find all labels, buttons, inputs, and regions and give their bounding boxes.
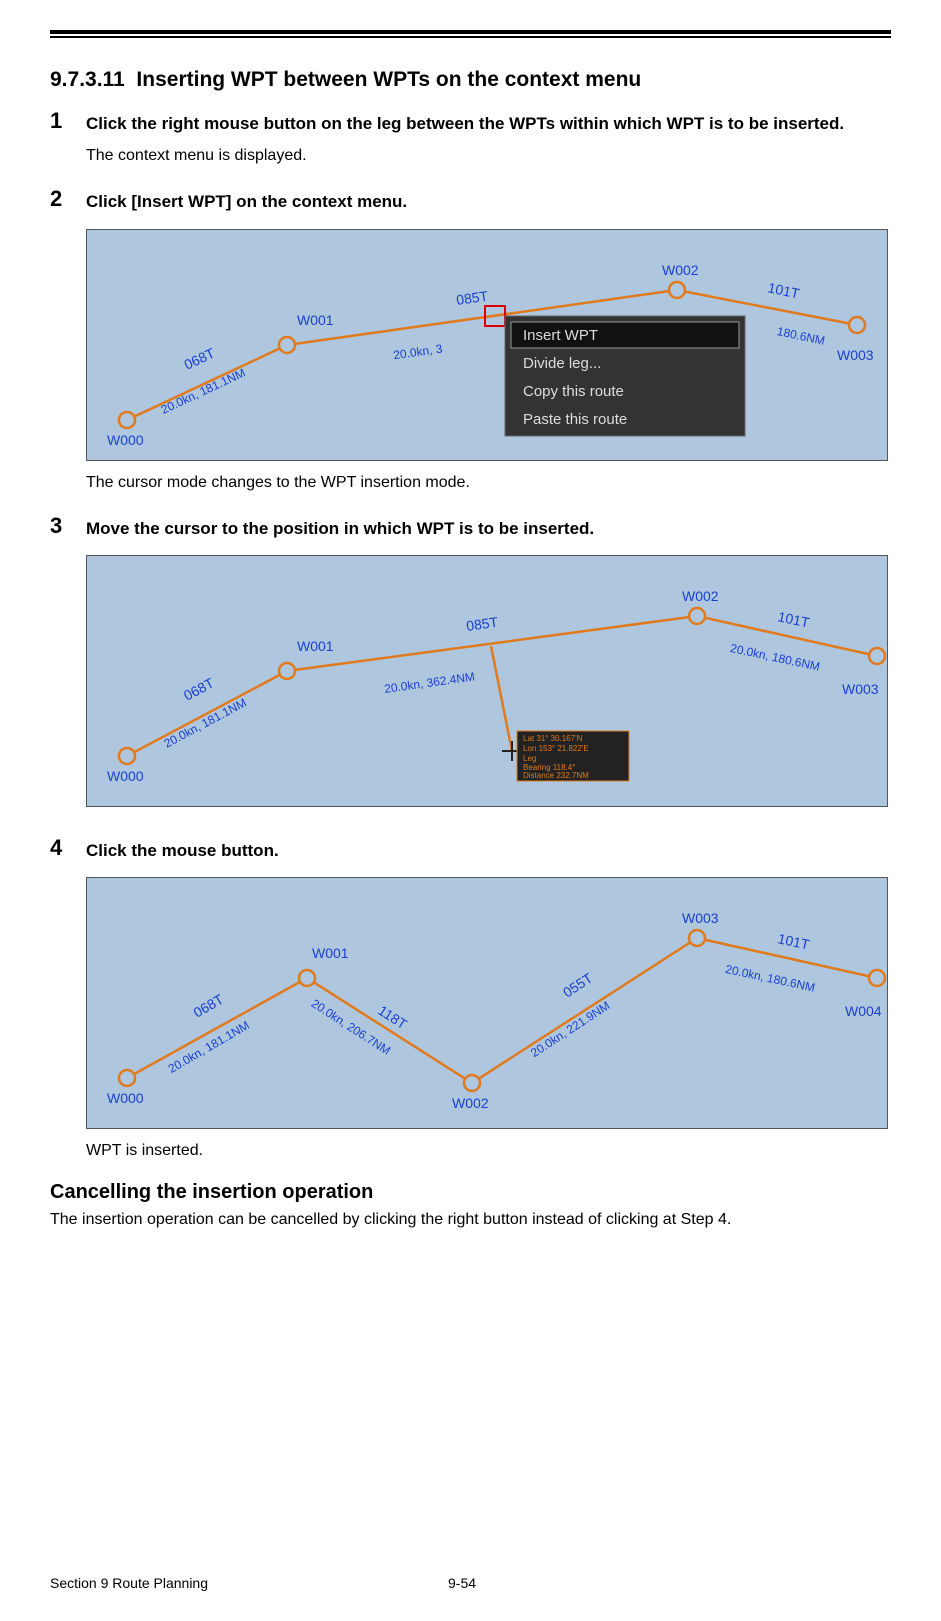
svg-text:W003: W003 xyxy=(842,681,879,697)
footer-page: 9-54 xyxy=(448,1575,476,1591)
svg-text:20.0kn, 221.9NM: 20.0kn, 221.9NM xyxy=(528,999,612,1061)
page-footer: Section 9 Route Planning 9-54 xyxy=(50,1575,891,1591)
step-body: Move the cursor to the position in which… xyxy=(86,513,891,817)
context-menu-paste-route[interactable]: Paste this route xyxy=(523,411,627,428)
leg-3-label: 101T 20.0kn, 180.6NM xyxy=(724,921,825,995)
step-number: 4 xyxy=(50,835,86,1163)
step-note-text: The context menu is displayed. xyxy=(86,144,891,168)
wpt-w001: W001 xyxy=(299,945,349,986)
context-menu: Insert WPT Divide leg... Copy this route… xyxy=(505,316,745,436)
step-main-text: Move the cursor to the position in which… xyxy=(86,513,891,545)
leg-0-label: 068T 20.0kn, 181.1NM xyxy=(147,986,252,1076)
step-number: 2 xyxy=(50,186,86,494)
context-menu-copy-route[interactable]: Copy this route xyxy=(523,383,624,400)
step-note-after: WPT is inserted. xyxy=(86,1139,891,1163)
svg-text:20.0kn, 181.1NM: 20.0kn, 181.1NM xyxy=(162,695,249,750)
svg-text:20.0kn, 181.1NM: 20.0kn, 181.1NM xyxy=(159,365,248,416)
figure-2: W000 W001 W002 W003 068T 20.0kn, 181.1NM… xyxy=(86,555,891,807)
wpt-w000: W000 xyxy=(107,1070,144,1106)
step-1: 1 Click the right mouse button on the le… xyxy=(50,108,891,168)
svg-text:W001: W001 xyxy=(297,638,334,654)
step-number: 3 xyxy=(50,513,86,817)
step-2: 2 Click [Insert WPT] on the context menu… xyxy=(50,186,891,494)
svg-text:Lat 31° 30.167'N: Lat 31° 30.167'N xyxy=(523,734,583,743)
wpt-w002: W002 xyxy=(452,1075,489,1111)
svg-text:W001: W001 xyxy=(297,312,334,328)
cursor-info-box: Lat 31° 30.167'N Lon 153° 21.822'E Leg B… xyxy=(517,731,629,781)
step-body: Click the mouse button. W000 W001 W002 W… xyxy=(86,835,891,1163)
cancel-heading: Cancelling the insertion operation xyxy=(50,1181,891,1204)
leg-1-label: 085T 20.0kn, 362.4NM xyxy=(376,614,506,696)
svg-text:Lon 153° 21.822'E: Lon 153° 21.822'E xyxy=(523,744,589,753)
svg-text:068T: 068T xyxy=(181,674,217,703)
leg-0-label: 068T 20.0kn, 181.1NM xyxy=(145,336,247,416)
leg-1-label: 118T 20.0kn, 206.7NM xyxy=(309,970,411,1058)
svg-text:101T: 101T xyxy=(776,930,811,952)
svg-text:W000: W000 xyxy=(107,768,144,784)
svg-text:W002: W002 xyxy=(682,588,719,604)
step-body: Click the right mouse button on the leg … xyxy=(86,108,891,168)
figure-1: W000 W001 W002 W003 068T 20.0kn, 181.1NM… xyxy=(86,229,891,461)
top-rule xyxy=(50,30,891,38)
cancel-body: The insertion operation can be cancelled… xyxy=(50,1208,891,1232)
svg-text:180.6NM: 180.6NM xyxy=(776,324,827,348)
svg-text:W003: W003 xyxy=(682,910,719,926)
section-number: 9.7.3.11 xyxy=(50,68,125,91)
svg-text:20.0kn, 180.6NM: 20.0kn, 180.6NM xyxy=(729,641,821,674)
svg-text:20.0kn, 362.4NM: 20.0kn, 362.4NM xyxy=(383,669,475,696)
leg-2-label: 101T 20.0kn, 180.6NM xyxy=(729,600,830,674)
leg-1-label: 085T 20.0kn, 3 xyxy=(386,287,496,362)
svg-text:W001: W001 xyxy=(312,945,349,961)
footer-section: Section 9 Route Planning xyxy=(50,1575,208,1591)
context-menu-divide-leg[interactable]: Divide leg... xyxy=(523,355,601,372)
svg-text:20.0kn, 180.6NM: 20.0kn, 180.6NM xyxy=(724,962,816,995)
svg-text:W002: W002 xyxy=(452,1095,489,1111)
step-3: 3 Move the cursor to the position in whi… xyxy=(50,513,891,817)
svg-text:118T: 118T xyxy=(375,1002,410,1032)
step-number: 1 xyxy=(50,108,86,168)
wpt-w000: W000 xyxy=(107,412,144,448)
svg-text:085T: 085T xyxy=(465,614,499,634)
wpt-w003: W003 xyxy=(842,648,885,697)
steps-list: 1 Click the right mouse button on the le… xyxy=(50,108,891,1163)
svg-text:Leg: Leg xyxy=(523,754,536,763)
svg-text:085T: 085T xyxy=(455,287,489,307)
figure-3: W000 W001 W002 W003 W004 068T 20.0kn, 18… xyxy=(86,877,891,1129)
svg-text:20.0kn, 181.1NM: 20.0kn, 181.1NM xyxy=(166,1018,252,1076)
svg-text:W003: W003 xyxy=(837,347,874,363)
svg-text:101T: 101T xyxy=(766,279,801,301)
svg-text:20.0kn, 3: 20.0kn, 3 xyxy=(392,341,443,362)
section-heading: 9.7.3.11 Inserting WPT between WPTs on t… xyxy=(50,68,891,92)
wpt-w003: W003 xyxy=(837,317,874,363)
svg-text:068T: 068T xyxy=(191,991,227,1021)
svg-text:W000: W000 xyxy=(107,432,144,448)
wpt-w004: W004 xyxy=(845,970,885,1019)
svg-text:068T: 068T xyxy=(182,344,218,372)
context-menu-insert-wpt[interactable]: Insert WPT xyxy=(523,327,598,344)
wpt-w001: W001 xyxy=(279,312,334,353)
svg-text:Distance 232.7NM: Distance 232.7NM xyxy=(523,771,589,780)
svg-text:055T: 055T xyxy=(560,970,596,1001)
svg-text:W000: W000 xyxy=(107,1090,144,1106)
step-main-text: Click the mouse button. xyxy=(86,835,891,867)
step-4: 4 Click the mouse button. W000 W001 W002… xyxy=(50,835,891,1163)
wpt-w001: W001 xyxy=(279,638,334,679)
svg-text:W002: W002 xyxy=(662,262,699,278)
step-body: Click [Insert WPT] on the context menu. … xyxy=(86,186,891,494)
leg-0-label: 068T 20.0kn, 181.1NM xyxy=(146,665,249,750)
section-title: Inserting WPT between WPTs on the contex… xyxy=(136,68,641,91)
svg-text:101T: 101T xyxy=(776,608,811,630)
wpt-w000: W000 xyxy=(107,748,144,784)
step-note-after: The cursor mode changes to the WPT inser… xyxy=(86,471,891,495)
step-main-text: Click [Insert WPT] on the context menu. xyxy=(86,186,891,218)
page: 9.7.3.11 Inserting WPT between WPTs on t… xyxy=(0,0,941,1621)
svg-text:W004: W004 xyxy=(845,1003,882,1019)
leg-2-label: 055T 20.0kn, 221.9NM xyxy=(510,970,614,1061)
step-main-text: Click the right mouse button on the leg … xyxy=(86,108,891,140)
